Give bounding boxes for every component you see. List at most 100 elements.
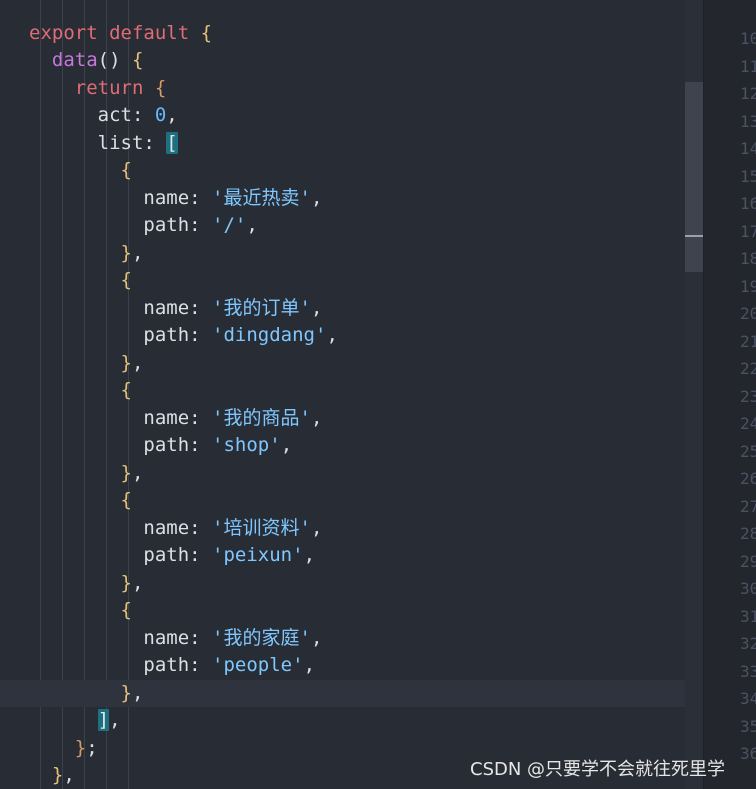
code-line[interactable]: path: 'dingdang', (0, 322, 703, 350)
line-number: 30 (740, 579, 756, 598)
code-line[interactable]: return { (0, 75, 703, 103)
code-token: : (189, 406, 213, 429)
code-token: path (29, 544, 190, 566)
code-token: { (29, 269, 132, 291)
line-number: 12 (740, 84, 756, 103)
code-token: : (189, 654, 213, 676)
code-token: , (131, 571, 144, 594)
code-line[interactable]: { (0, 267, 703, 295)
code-token: name (29, 406, 190, 429)
line-number: 34 (740, 689, 756, 708)
code-token: : (189, 214, 213, 236)
code-token: : (189, 296, 213, 319)
line-number: 26 (740, 469, 756, 488)
code-token: { (154, 76, 167, 99)
line-number: 28 (740, 524, 756, 543)
line-number: 16 (740, 194, 756, 213)
code-token: : (189, 324, 213, 346)
line-number: 29 (740, 551, 756, 571)
code-token: : (189, 626, 213, 649)
code-line[interactable]: path: 'peixun', (0, 542, 703, 570)
code-token: : (189, 186, 213, 209)
code-token: path (29, 214, 190, 236)
code-token: { (131, 49, 144, 71)
line-number: 32 (740, 634, 756, 653)
line-number: 15 (740, 166, 756, 186)
code-token: { (29, 379, 132, 401)
code-token: , (131, 681, 144, 704)
code-line[interactable]: name: '我的订单', (0, 295, 703, 323)
code-line[interactable]: name: '培训资料', (0, 515, 703, 543)
code-token: 0 (154, 104, 167, 126)
code-token: 'people' (212, 654, 304, 676)
code-token: ] (97, 709, 110, 731)
code-line[interactable]: }, (0, 679, 703, 707)
code-token: '/' (212, 214, 247, 236)
line-number: 19 (740, 276, 756, 296)
code-token: { (29, 489, 132, 511)
code-token: [ (166, 131, 178, 154)
code-line[interactable]: name: '我的商品', (0, 405, 703, 433)
line-number: 31 (740, 606, 756, 626)
code-token: list (29, 131, 144, 154)
code-token: } (29, 461, 132, 484)
code-token: , (310, 516, 323, 539)
line-number: 21 (740, 331, 756, 351)
code-token: , (166, 104, 178, 126)
line-number: 13 (740, 111, 756, 131)
code-token: , (131, 241, 144, 264)
scrollbar-cursor-marker (685, 235, 703, 237)
code-token: data (29, 49, 98, 71)
code-line[interactable]: { (0, 487, 703, 515)
code-token: '我的商品' (212, 406, 311, 429)
code-line[interactable]: export default { (0, 20, 703, 48)
code-token: , (303, 544, 316, 566)
code-token: 'peixun' (212, 544, 304, 566)
code-token: '培训资料' (212, 516, 311, 539)
line-number: 27 (740, 496, 756, 516)
code-token: , (109, 709, 121, 731)
code-token: : (143, 131, 167, 154)
code-line[interactable]: list: [ (0, 130, 703, 158)
code-token: , (310, 186, 323, 209)
code-token: name (29, 626, 190, 649)
code-token: } (29, 736, 87, 759)
scrollbar-thumb[interactable] (685, 82, 703, 272)
line-number: 33 (740, 661, 756, 681)
code-token: '最近热卖' (212, 186, 311, 209)
code-line[interactable]: name: '最近热卖', (0, 185, 703, 213)
code-line[interactable]: }, (0, 240, 703, 268)
code-line[interactable]: path: 'people', (0, 652, 703, 680)
code-line[interactable]: ], (0, 707, 703, 735)
code-line[interactable]: act: 0, (0, 102, 703, 130)
code-editor[interactable]: export default { data() { return { act: … (0, 0, 703, 789)
code-token: , (310, 626, 323, 649)
code-line[interactable]: }, (0, 460, 703, 488)
code-line[interactable]: }, (0, 350, 703, 378)
code-line[interactable]: { (0, 157, 703, 185)
code-token: { (29, 599, 132, 621)
code-token: name (29, 186, 190, 209)
code-line[interactable]: path: 'shop', (0, 432, 703, 460)
line-number: 11 (740, 56, 756, 76)
code-token: { (200, 21, 213, 44)
code-line[interactable]: name: '我的家庭', (0, 625, 703, 653)
code-token: { (29, 159, 132, 181)
code-line[interactable]: data() { (0, 47, 703, 75)
code-token: } (29, 681, 132, 704)
code-line[interactable]: path: '/', (0, 212, 703, 240)
code-token: : (189, 516, 213, 539)
code-token: : (189, 434, 213, 456)
code-token: '我的订单' (212, 296, 311, 319)
line-number: 20 (740, 304, 756, 323)
code-line[interactable]: { (0, 377, 703, 405)
code-token: } (29, 351, 132, 374)
code-token: , (303, 654, 316, 676)
code-line[interactable]: }, (0, 570, 703, 598)
line-number-gutter: 10 11 12 13 14 15 16 17 18 19 20 21 22 23 24 25 26 27 28 29… (704, 0, 756, 789)
code-token: act (29, 104, 132, 126)
code-line[interactable]: { (0, 597, 703, 625)
code-token: path (29, 324, 190, 346)
code-token: : (131, 104, 155, 126)
